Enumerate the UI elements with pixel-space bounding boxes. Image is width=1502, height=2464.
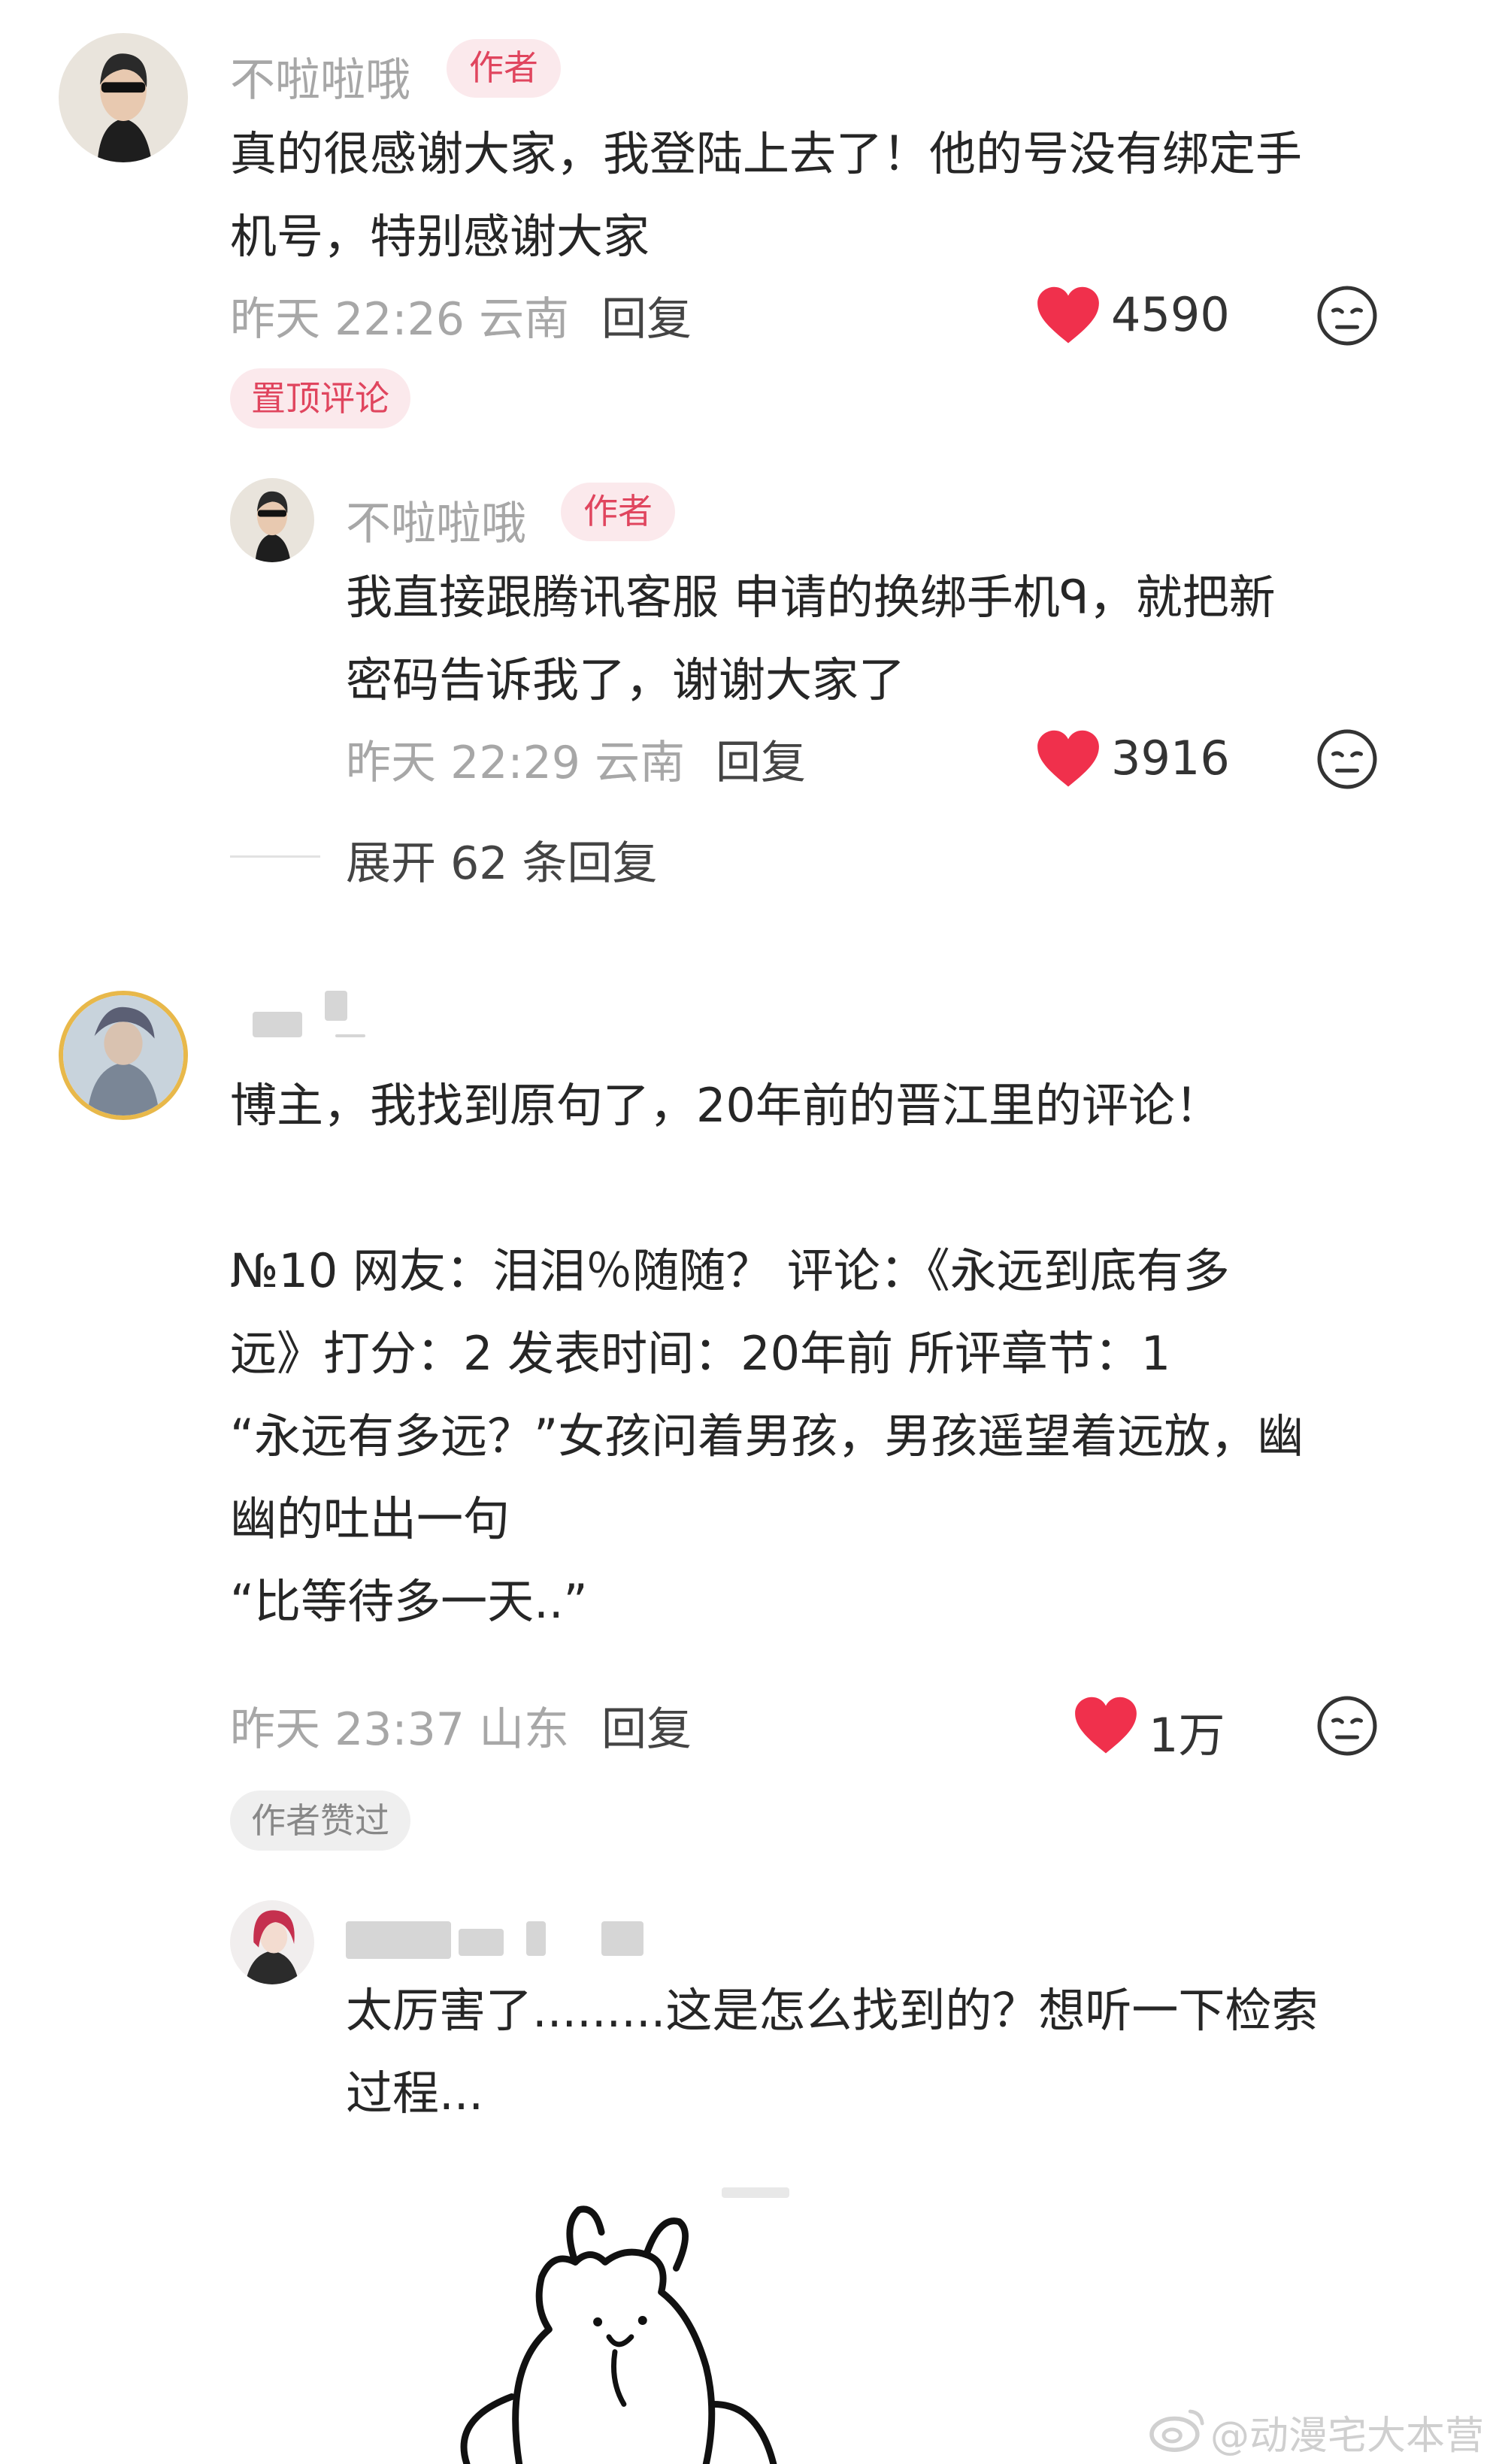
expand-replies-button[interactable]: 展开 62 条回复 [346, 827, 658, 892]
heart-icon[interactable] [1072, 1696, 1140, 1756]
author-badge: 作者 [561, 483, 675, 541]
username[interactable]: 不啦啦哦 [230, 44, 410, 109]
author-badge: 作者 [447, 39, 561, 98]
username-redacted [601, 1921, 643, 1956]
comment-meta: 昨天 23:37 山东 [230, 1693, 569, 1758]
like-count: 1万 [1149, 1708, 1225, 1763]
comment-text: 我直接跟腾讯客服 申请的换绑手机ᑫ，就把新 密码告诉我了，谢谢大家了 [346, 570, 1276, 707]
dislike-face-icon[interactable] [1316, 1694, 1379, 1757]
avatar[interactable] [230, 478, 314, 562]
username-redacted [526, 1921, 546, 1956]
heart-icon[interactable] [1034, 729, 1102, 789]
comment-meta: 昨天 22:26 云南 [230, 283, 569, 348]
like-count: 3916 [1111, 731, 1230, 786]
avatar[interactable] [230, 1900, 314, 1984]
reply-button[interactable]: 回复 [601, 1693, 692, 1758]
comment-text: 真的很感谢大家，我登陆上去了！他的号没有绑定手 机号，特别感谢大家 [230, 126, 1303, 264]
comment-location: 云南 [479, 293, 570, 346]
avatar[interactable] [59, 33, 188, 162]
username-redacted [325, 991, 347, 1021]
comment-meta: 昨天 22:29 云南 [346, 726, 685, 792]
comment-time: 昨天 22:29 [346, 737, 580, 789]
sticker-residue [722, 2187, 789, 2198]
avatar[interactable] [59, 991, 188, 1120]
heart-icon[interactable] [1034, 286, 1102, 346]
bear-sticker [460, 2205, 777, 2464]
comment-location: 云南 [595, 737, 686, 789]
dislike-face-icon[interactable] [1316, 284, 1379, 347]
weibo-logo-icon [1149, 2409, 1204, 2452]
reply-button[interactable]: 回复 [601, 283, 692, 348]
username-redacted [253, 1012, 302, 1037]
username-redacted [459, 1929, 504, 1956]
comment-time: 昨天 22:26 [230, 293, 465, 346]
username[interactable]: 不啦啦哦 [346, 487, 526, 552]
comment-location: 山东 [479, 1703, 570, 1756]
comment-text: 博主，我找到原句了，20年前的晋江里的评论！ №10 网友：泪泪％随随？ 评论：… [230, 1078, 1304, 1629]
reply-button[interactable]: 回复 [716, 726, 806, 792]
expand-divider [230, 855, 320, 858]
like-count: 4590 [1111, 287, 1230, 342]
author-liked-tag: 作者赞过 [230, 1790, 410, 1851]
comment-time: 昨天 23:37 [230, 1703, 465, 1756]
username-redacted [346, 1921, 451, 1959]
username-redacted [335, 1034, 365, 1037]
watermark-text: @动漫宅大本营 [1210, 2414, 1485, 2459]
pinned-comment-tag: 置顶评论 [230, 368, 410, 428]
dislike-face-icon[interactable] [1316, 728, 1379, 791]
comment-text: 太厉害了.........这是怎么找到的？想听一下检索 过程... [346, 1983, 1319, 2120]
